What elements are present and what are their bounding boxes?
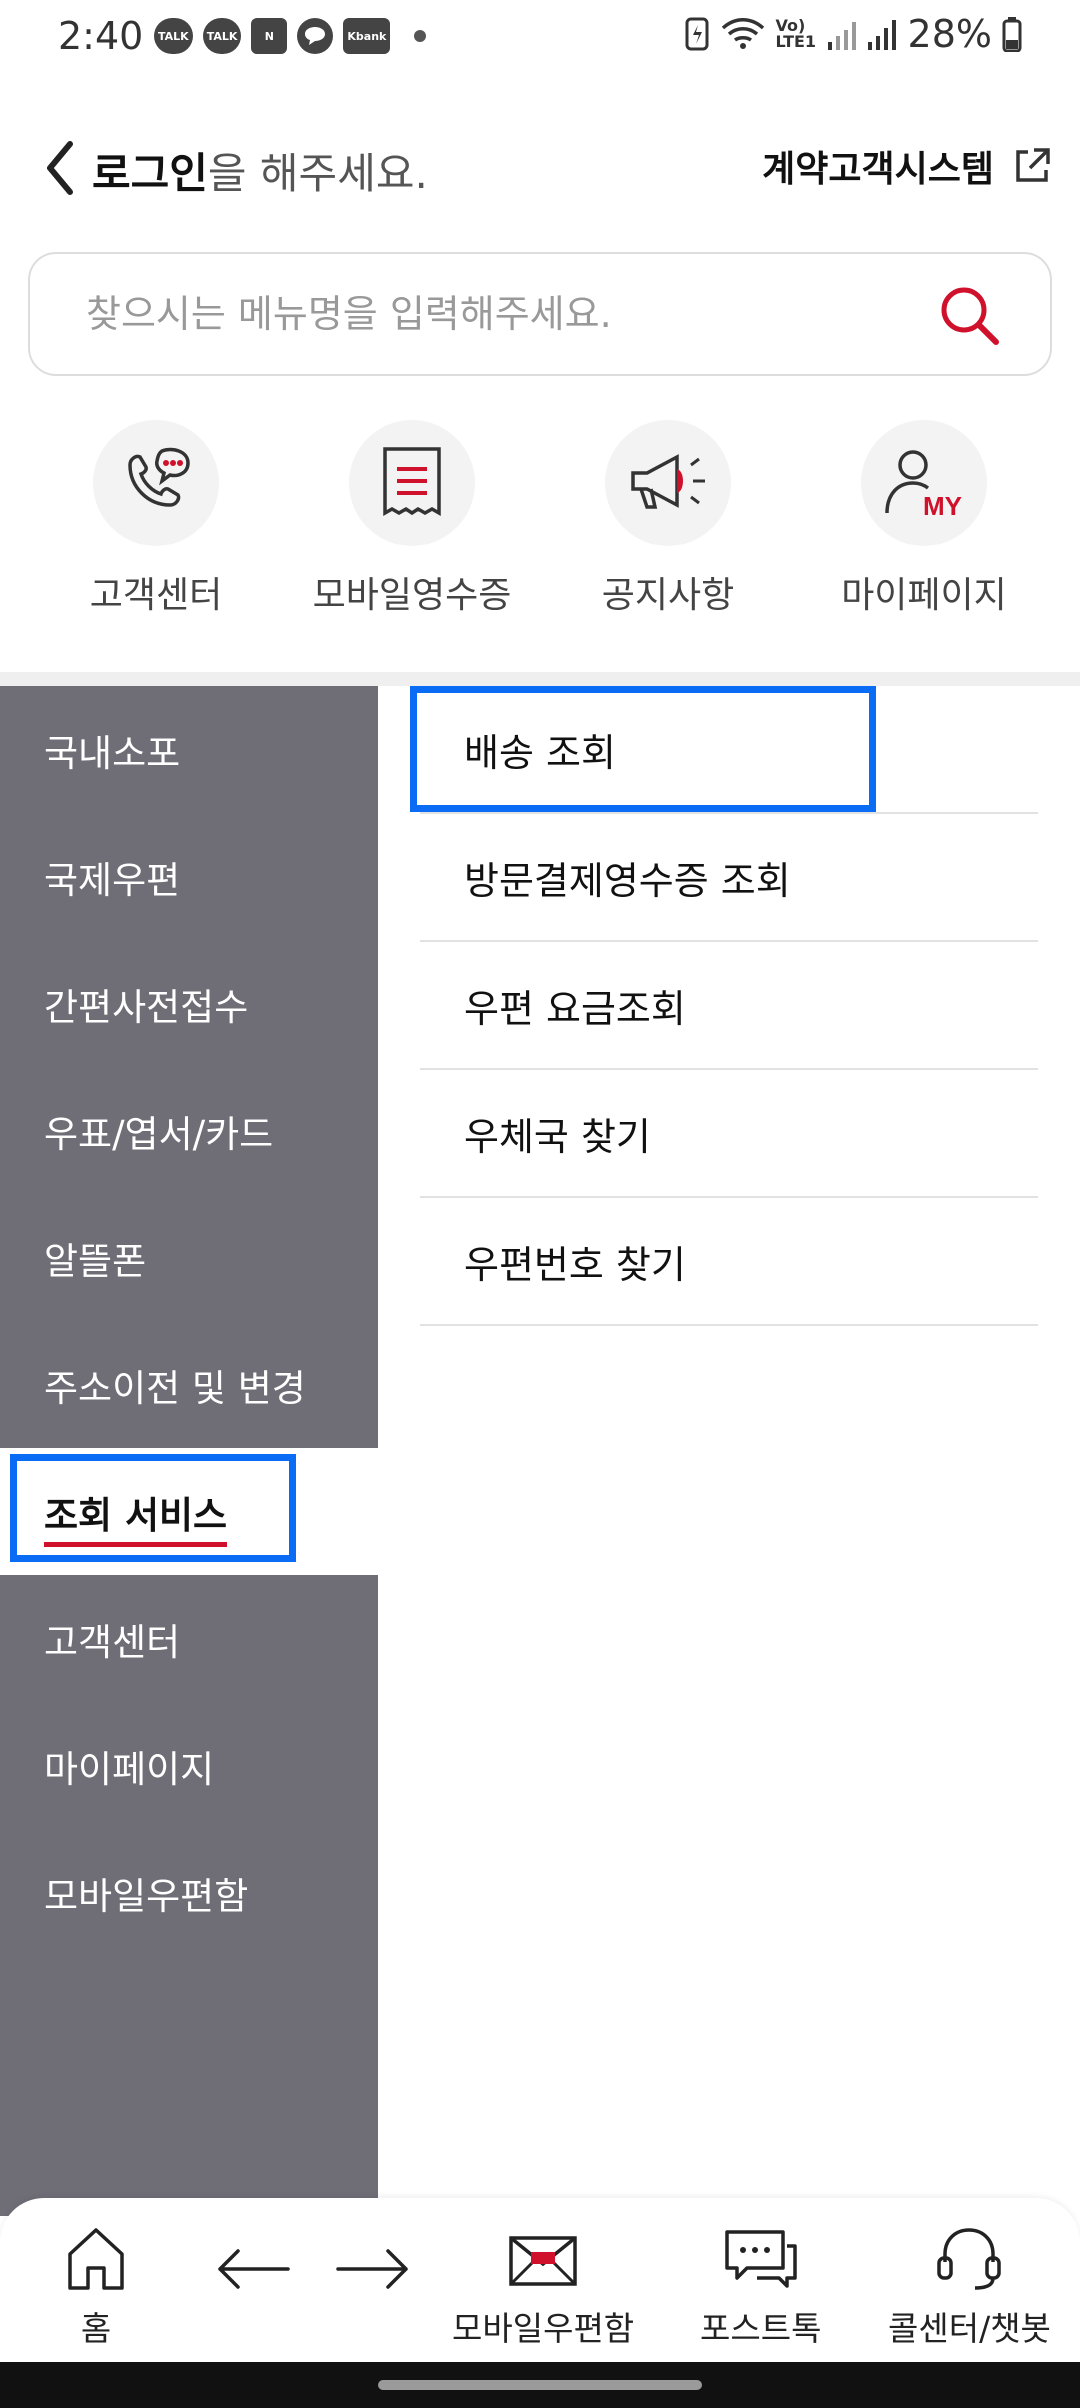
submenu-label: 우편번호 찾기	[464, 1242, 686, 1287]
submenu-label: 방문결제영수증 조회	[464, 858, 791, 903]
submenu-label: 우체국 찾기	[464, 1114, 651, 1159]
quick-menu-label: 마이페이지	[841, 575, 1007, 616]
category-label: 주소이전 및 변경	[44, 1366, 306, 1410]
category-domestic-parcel[interactable]: 국내소포	[0, 686, 378, 813]
category-label: 국내소포	[44, 731, 181, 775]
status-right: Vo) LTE1 28%	[684, 12, 1022, 56]
chat-notification-icon	[297, 18, 334, 54]
nav-mobile-mailbox[interactable]: 모바일우편함	[452, 2224, 634, 2350]
status-bar: 2:40 TALK TALK N Kbank Vo) LTE1 28%	[0, 0, 1080, 76]
quick-menu-label: 공지사항	[601, 575, 735, 616]
quick-menu-notice[interactable]: 공지사항	[548, 420, 788, 640]
category-budget-phone[interactable]: 알뜰폰	[0, 1194, 378, 1321]
header: 로그인을 해주세요. 계약고객시스템	[0, 120, 1080, 216]
category-address-change[interactable]: 주소이전 및 변경	[0, 1321, 378, 1448]
category-label: 알뜰폰	[44, 1239, 147, 1283]
network-type-label: Vo) LTE1	[775, 16, 817, 51]
search-icon[interactable]	[936, 282, 1002, 348]
bottom-navigation: 홈 모바일우편함 포스트톡 콜센터/챗봇	[0, 2198, 1080, 2362]
quick-menu-customer-center[interactable]: 고객센터	[36, 420, 276, 640]
naver-notification-icon: N	[251, 18, 288, 54]
nav-label: 포스트톡	[700, 2309, 822, 2348]
category-customer-center[interactable]: 고객센터	[0, 1575, 378, 1702]
phone-chat-icon	[93, 420, 219, 546]
login-prompt[interactable]: 로그인을 해주세요.	[92, 140, 428, 201]
section-divider	[0, 672, 1080, 686]
contract-customer-system-link[interactable]: 계약고객시스템	[754, 140, 1064, 206]
system-gesture-bar	[0, 2362, 1080, 2408]
category-label: 우표/엽서/카드	[44, 1112, 274, 1156]
battery-saver-icon	[685, 17, 709, 51]
chat-bubbles-icon	[724, 2230, 797, 2288]
category-label: 국제우편	[44, 858, 181, 902]
home-gesture-handle[interactable]	[378, 2380, 702, 2390]
back-chevron-icon[interactable]	[40, 138, 80, 198]
submenu-find-post-office[interactable]: 우체국 찾기	[420, 1070, 1038, 1198]
submenu-find-postal-code[interactable]: 우편번호 찾기	[420, 1198, 1038, 1326]
submenu-label: 우편 요금조회	[464, 986, 686, 1031]
signal-icon	[867, 20, 896, 50]
category-stamps-postcards[interactable]: 우표/엽서/카드	[0, 1067, 378, 1194]
receipt-icon	[349, 420, 475, 546]
status-time: 2:40	[58, 14, 144, 58]
highlight-box-category	[10, 1454, 296, 1562]
nav-label: 홈	[80, 2309, 112, 2348]
category-label: 모바일우편함	[44, 1874, 249, 1918]
home-icon	[68, 2228, 124, 2290]
kakaotalk-notification-icon: TALK	[202, 18, 242, 54]
category-quick-pre-registration[interactable]: 간편사전접수	[0, 940, 378, 1067]
notification-icons: TALK TALK N Kbank	[154, 18, 427, 54]
nav-callcenter-chatbot[interactable]: 콜센터/챗봇	[888, 2224, 1051, 2350]
submenu-visit-payment-receipt[interactable]: 방문결제영수증 조회	[420, 814, 1038, 942]
nav-label: 모바일우편함	[452, 2309, 635, 2348]
quick-menu-label: 고객센터	[89, 575, 223, 616]
login-prompt-suffix: 을 해주세요.	[207, 149, 428, 198]
wifi-icon	[721, 18, 764, 49]
submenu-postage-rates[interactable]: 우편 요금조회	[420, 942, 1038, 1070]
highlight-box-submenu	[410, 686, 876, 812]
nav-label: 콜센터/챗봇	[888, 2309, 1051, 2348]
my-user-icon: MY	[861, 420, 987, 546]
more-notifications-dot-icon	[414, 30, 427, 42]
external-link-icon	[1016, 148, 1050, 182]
nav-home[interactable]: 홈	[56, 2224, 136, 2350]
kbank-notification-icon: Kbank	[343, 18, 391, 54]
contract-customer-system-label: 계약고객시스템	[754, 140, 1064, 206]
megaphone-icon	[605, 420, 731, 546]
headset-icon	[937, 2228, 1002, 2290]
category-menu: 국내소포 국제우편 간편사전접수 우표/엽서/카드 알뜰폰 주소이전 및 변경 …	[0, 686, 378, 2216]
category-mobile-mailbox[interactable]: 모바일우편함	[0, 1829, 378, 1956]
menu-search-bar	[28, 252, 1052, 376]
quick-menu: 고객센터 모바일영수증 공지사항 MY 마이페이지	[0, 420, 1080, 660]
back-arrow-icon[interactable]	[214, 2244, 292, 2294]
category-label: 고객센터	[44, 1620, 181, 1664]
svg-text:MY: MY	[923, 491, 962, 521]
envelope-icon	[509, 2236, 577, 2286]
quick-menu-label: 모바일영수증	[312, 575, 512, 616]
menu-search-input[interactable]	[86, 284, 906, 344]
battery-icon	[1002, 17, 1022, 52]
login-link[interactable]: 로그인	[92, 149, 208, 198]
nav-posttalk[interactable]: 포스트톡	[700, 2224, 821, 2350]
forward-arrow-icon[interactable]	[334, 2244, 412, 2294]
signal-r-icon	[827, 22, 856, 50]
kakaotalk-notification-icon: TALK	[154, 18, 193, 54]
category-mypage[interactable]: 마이페이지	[0, 1702, 378, 1829]
category-label: 마이페이지	[44, 1747, 215, 1791]
category-label: 간편사전접수	[44, 985, 249, 1029]
battery-percent: 28%	[907, 12, 992, 56]
category-international-mail[interactable]: 국제우편	[0, 813, 378, 940]
quick-menu-mypage[interactable]: MY 마이페이지	[804, 420, 1044, 640]
quick-menu-mobile-receipt[interactable]: 모바일영수증	[292, 420, 532, 640]
